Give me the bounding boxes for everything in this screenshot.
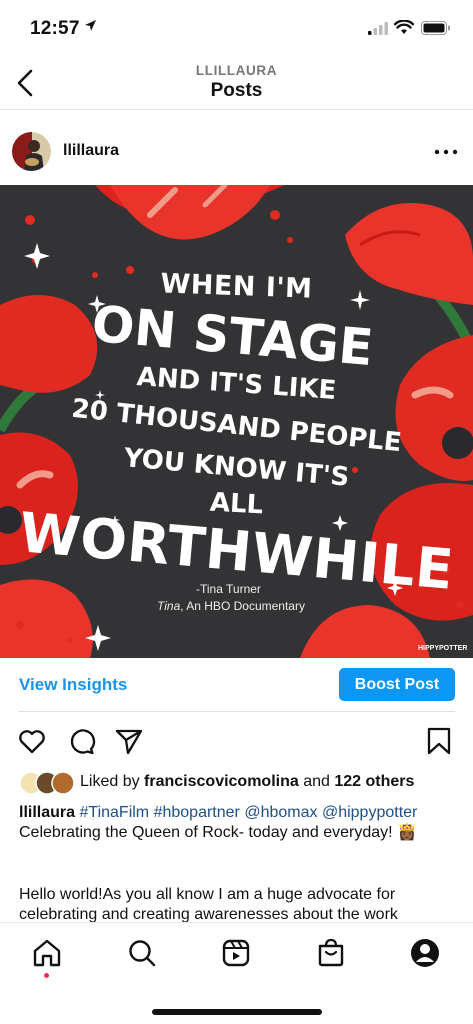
- view-insights-link[interactable]: View Insights: [19, 675, 127, 695]
- likes-count: 122 others: [334, 773, 415, 790]
- cellular-signal-icon: [368, 22, 388, 35]
- post-header: llillaura: [0, 120, 473, 184]
- quote-source: Tina, An HBO Documentary: [157, 599, 305, 613]
- location-arrow-icon: [85, 20, 96, 31]
- shop-bag-icon[interactable]: [315, 937, 347, 969]
- image-watermark: HIPPYPOTTER: [418, 645, 468, 652]
- notification-dot: [44, 973, 49, 978]
- hashtag-link[interactable]: #TinaFilm: [79, 804, 149, 821]
- insights-row: View Insights Boost Post: [0, 658, 473, 712]
- post-caption: llillaura #TinaFilm #hbopartner @hbomax …: [19, 803, 459, 843]
- bookmark-icon[interactable]: [424, 726, 454, 756]
- nav-header: LLILLAURA Posts: [0, 58, 473, 110]
- comment-icon[interactable]: [66, 726, 96, 756]
- page-title: Posts: [210, 80, 263, 101]
- likes-text: Liked by franciscovicomolina and 122 oth…: [80, 773, 415, 790]
- search-icon[interactable]: [126, 937, 158, 969]
- status-time: 12:57: [30, 18, 80, 39]
- reels-icon[interactable]: [220, 937, 252, 969]
- more-options-icon[interactable]: [432, 142, 460, 162]
- status-bar: 12:57: [0, 0, 473, 58]
- mention-link[interactable]: @hippypotter: [322, 804, 417, 821]
- caption-text: Celebrating the Queen of Rock- today and…: [19, 824, 417, 841]
- like-heart-icon[interactable]: [17, 726, 47, 756]
- header-subtitle: LLILLAURA: [195, 63, 278, 78]
- liked-by-user: franciscovicomolina: [144, 773, 299, 790]
- avatar[interactable]: [12, 132, 51, 171]
- battery-icon: [421, 21, 450, 35]
- liker-avatars: [19, 771, 75, 795]
- wifi-icon: [394, 20, 414, 34]
- home-icon[interactable]: [31, 937, 63, 969]
- post-image[interactable]: WHEN I'M ON STAGE AND IT'S LIKE 20 THOUS…: [0, 185, 473, 658]
- hashtag-link[interactable]: #hbopartner: [154, 804, 240, 821]
- likes-row[interactable]: Liked by franciscovicomolina and 122 oth…: [19, 771, 459, 795]
- mention-link[interactable]: @hbomax: [244, 804, 317, 821]
- caption-body: Hello world!As you all know I am a huge …: [19, 886, 398, 923]
- post-username[interactable]: llillaura: [63, 142, 119, 160]
- boost-post-button[interactable]: Boost Post: [339, 668, 455, 701]
- quote-attribution: -Tina Turner: [196, 582, 261, 596]
- divider: [18, 711, 455, 712]
- profile-avatar-icon[interactable]: [409, 937, 441, 969]
- bottom-tab-bar: [0, 922, 473, 1024]
- share-paper-plane-icon[interactable]: [114, 726, 144, 756]
- home-indicator: [152, 1009, 322, 1015]
- caption-username[interactable]: llillaura: [19, 804, 75, 821]
